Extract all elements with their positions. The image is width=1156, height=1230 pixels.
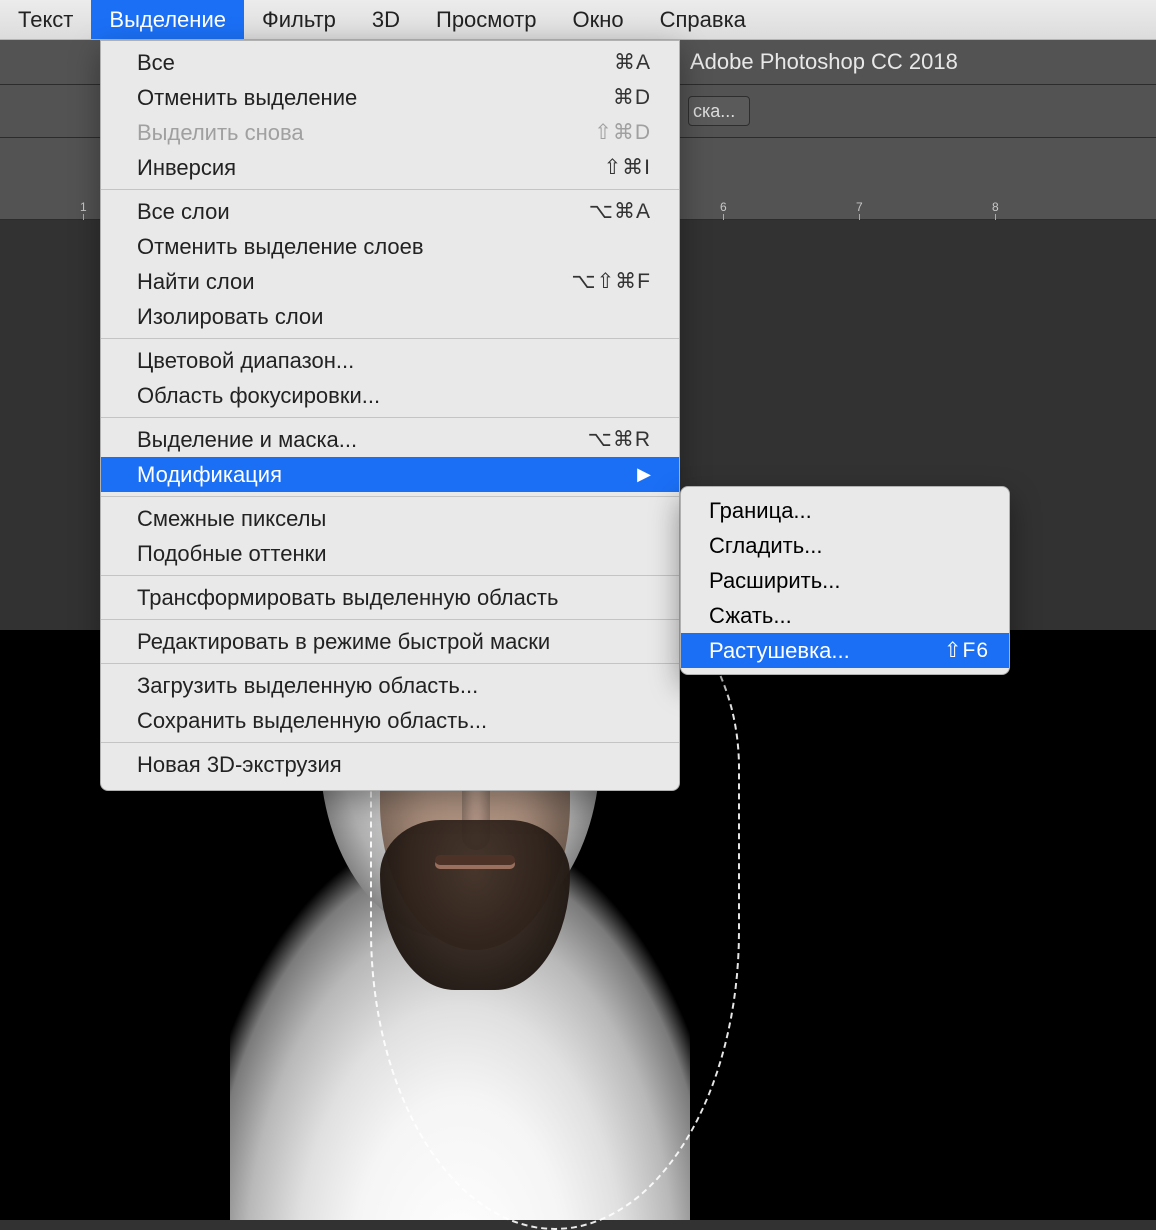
menu-item-label: Модификация: [137, 462, 625, 488]
app-title: Adobe Photoshop CC 2018: [690, 49, 958, 75]
menu-item-isolate-layers[interactable]: Изолировать слои: [101, 299, 679, 334]
menu-item-label: Изолировать слои: [137, 304, 651, 330]
menu-item-label: Трансформировать выделенную область: [137, 585, 651, 611]
menu-item-label: Смежные пикселы: [137, 506, 651, 532]
menubar-item-help[interactable]: Справка: [642, 0, 764, 39]
menu-item-all-layers[interactable]: Все слои⌥⌘A: [101, 194, 679, 229]
menu-item-shortcut: ⌘A: [614, 50, 651, 75]
menu-item-3d-extrusion[interactable]: Новая 3D-экструзия: [101, 747, 679, 782]
menu-item-load-selection[interactable]: Загрузить выделенную область...: [101, 668, 679, 703]
ruler-tick-label: 7: [856, 200, 863, 214]
submenu-item-contract[interactable]: Сжать...: [681, 598, 1009, 633]
menu-item-label: Все слои: [137, 199, 589, 225]
menu-separator: [101, 575, 679, 576]
menu-item-focus-area[interactable]: Область фокусировки...: [101, 378, 679, 413]
menu-item-label: Найти слои: [137, 269, 571, 295]
menu-separator: [101, 663, 679, 664]
menubar-item-view[interactable]: Просмотр: [418, 0, 554, 39]
menu-item-all[interactable]: Все⌘A: [101, 45, 679, 80]
menubar-item-selection[interactable]: Выделение: [91, 0, 244, 39]
menubar-label: Фильтр: [262, 7, 336, 33]
menu-selection[interactable]: Все⌘A Отменить выделение⌘D Выделить снов…: [100, 40, 680, 791]
menubar-label: 3D: [372, 7, 400, 33]
menu-item-grow[interactable]: Смежные пикселы: [101, 501, 679, 536]
menu-item-shortcut: ⇧⌘D: [594, 120, 651, 145]
menu-item-label: Все: [137, 50, 614, 76]
menubar-item-3d[interactable]: 3D: [354, 0, 418, 39]
menubar-label: Просмотр: [436, 7, 536, 33]
menubar-label: Окно: [572, 7, 623, 33]
menu-item-label: Подобные оттенки: [137, 541, 651, 567]
menu-item-label: Отменить выделение слоев: [137, 234, 651, 260]
ruler-tick-label: 8: [992, 200, 999, 214]
menu-item-deselect-layers[interactable]: Отменить выделение слоев: [101, 229, 679, 264]
ruler-tick: 6: [720, 200, 727, 214]
menu-item-inverse[interactable]: Инверсия⇧⌘I: [101, 150, 679, 185]
ruler-tick-label: 6: [720, 200, 727, 214]
select-and-mask-button[interactable]: ска...: [688, 96, 750, 126]
menu-item-label: Загрузить выделенную область...: [137, 673, 651, 699]
menu-item-reselect: Выделить снова⇧⌘D: [101, 115, 679, 150]
submenu-item-label: Растушевка...: [709, 638, 944, 664]
ruler-tick-label: 1: [80, 200, 87, 214]
menubar: Текст Выделение Фильтр 3D Просмотр Окно …: [0, 0, 1156, 40]
menu-item-quick-mask[interactable]: Редактировать в режиме быстрой маски: [101, 624, 679, 659]
menu-item-shortcut: ⌘D: [613, 85, 651, 110]
menu-separator: [101, 338, 679, 339]
menu-item-color-range[interactable]: Цветовой диапазон...: [101, 343, 679, 378]
menu-separator: [101, 417, 679, 418]
ruler-tick: 1: [80, 200, 87, 214]
menu-item-label: Цветовой диапазон...: [137, 348, 651, 374]
menubar-item-window[interactable]: Окно: [554, 0, 641, 39]
submenu-item-smooth[interactable]: Сгладить...: [681, 528, 1009, 563]
menu-item-shortcut: ⌥⇧⌘F: [571, 269, 651, 294]
submenu-item-label: Сжать...: [709, 603, 989, 629]
menubar-item-text[interactable]: Текст: [0, 0, 91, 39]
menu-item-label: Выделить снова: [137, 120, 594, 146]
ruler-tick: 8: [992, 200, 999, 214]
menu-item-shortcut: ⇧⌘I: [604, 155, 651, 180]
submenu-item-expand[interactable]: Расширить...: [681, 563, 1009, 598]
menu-item-shortcut: ⌥⌘A: [589, 199, 651, 224]
menu-separator: [101, 189, 679, 190]
submenu-item-shortcut: ⇧F6: [944, 638, 989, 663]
submenu-item-feather[interactable]: Растушевка...⇧F6: [681, 633, 1009, 668]
menubar-label: Текст: [18, 7, 73, 33]
menu-item-find-layers[interactable]: Найти слои⌥⇧⌘F: [101, 264, 679, 299]
menu-item-transform-selection[interactable]: Трансформировать выделенную область: [101, 580, 679, 615]
menu-item-label: Область фокусировки...: [137, 383, 651, 409]
menu-item-label: Редактировать в режиме быстрой маски: [137, 629, 651, 655]
menu-item-shortcut: ⌥⌘R: [588, 427, 651, 452]
menu-separator: [101, 619, 679, 620]
menu-item-similar[interactable]: Подобные оттенки: [101, 536, 679, 571]
menu-separator: [101, 742, 679, 743]
menu-separator: [101, 496, 679, 497]
submenu-item-label: Сгладить...: [709, 533, 989, 559]
submenu-item-label: Граница...: [709, 498, 989, 524]
menu-item-modify[interactable]: Модификация ▶: [101, 457, 679, 492]
menu-item-select-and-mask[interactable]: Выделение и маска...⌥⌘R: [101, 422, 679, 457]
menu-item-label: Выделение и маска...: [137, 427, 588, 453]
menubar-label: Справка: [660, 7, 746, 33]
submenu-item-label: Расширить...: [709, 568, 989, 594]
ruler-tick: 7: [856, 200, 863, 214]
menubar-label: Выделение: [109, 7, 226, 33]
menu-item-label: Сохранить выделенную область...: [137, 708, 651, 734]
menu-item-label: Инверсия: [137, 155, 604, 181]
submenu-arrow-icon: ▶: [637, 464, 651, 485]
menubar-item-filter[interactable]: Фильтр: [244, 0, 354, 39]
menu-item-save-selection[interactable]: Сохранить выделенную область...: [101, 703, 679, 738]
submenu-modify[interactable]: Граница... Сгладить... Расширить... Сжат…: [680, 486, 1010, 675]
menu-item-deselect[interactable]: Отменить выделение⌘D: [101, 80, 679, 115]
menu-item-label: Новая 3D-экструзия: [137, 752, 651, 778]
submenu-item-border[interactable]: Граница...: [681, 493, 1009, 528]
menu-item-label: Отменить выделение: [137, 85, 613, 111]
